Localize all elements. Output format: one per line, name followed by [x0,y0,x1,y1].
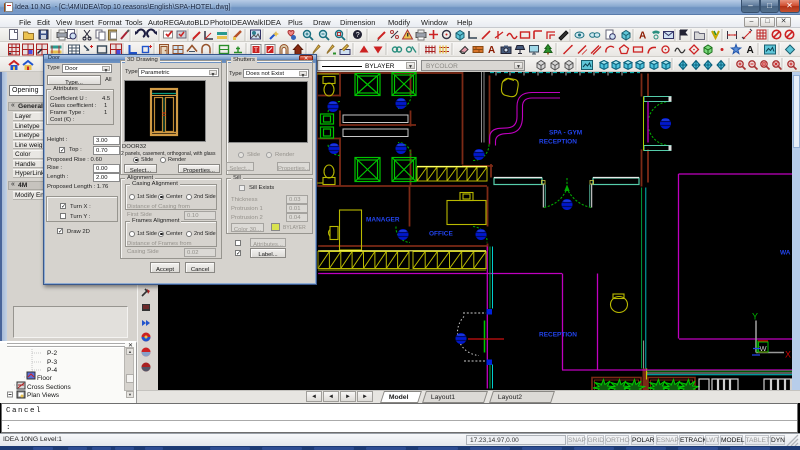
svg-text:Y: Y [752,311,758,321]
svg-text:SPA - GYM: SPA - GYM [549,129,582,136]
svg-text:WA: WA [780,249,791,256]
svg-text:RECEPTION: RECEPTION [539,138,577,145]
svg-text:A: A [639,31,646,42]
svg-text:MANAGER: MANAGER [366,216,400,223]
svg-text:A: A [747,45,754,56]
svg-text:OFFICE: OFFICE [429,230,453,237]
svg-text:RECEPTION: RECEPTION [539,331,577,338]
svg-text:A: A [488,45,495,56]
svg-text:X: X [785,349,791,359]
svg-text:?: ? [356,32,360,39]
svg-text:W: W [760,344,768,353]
